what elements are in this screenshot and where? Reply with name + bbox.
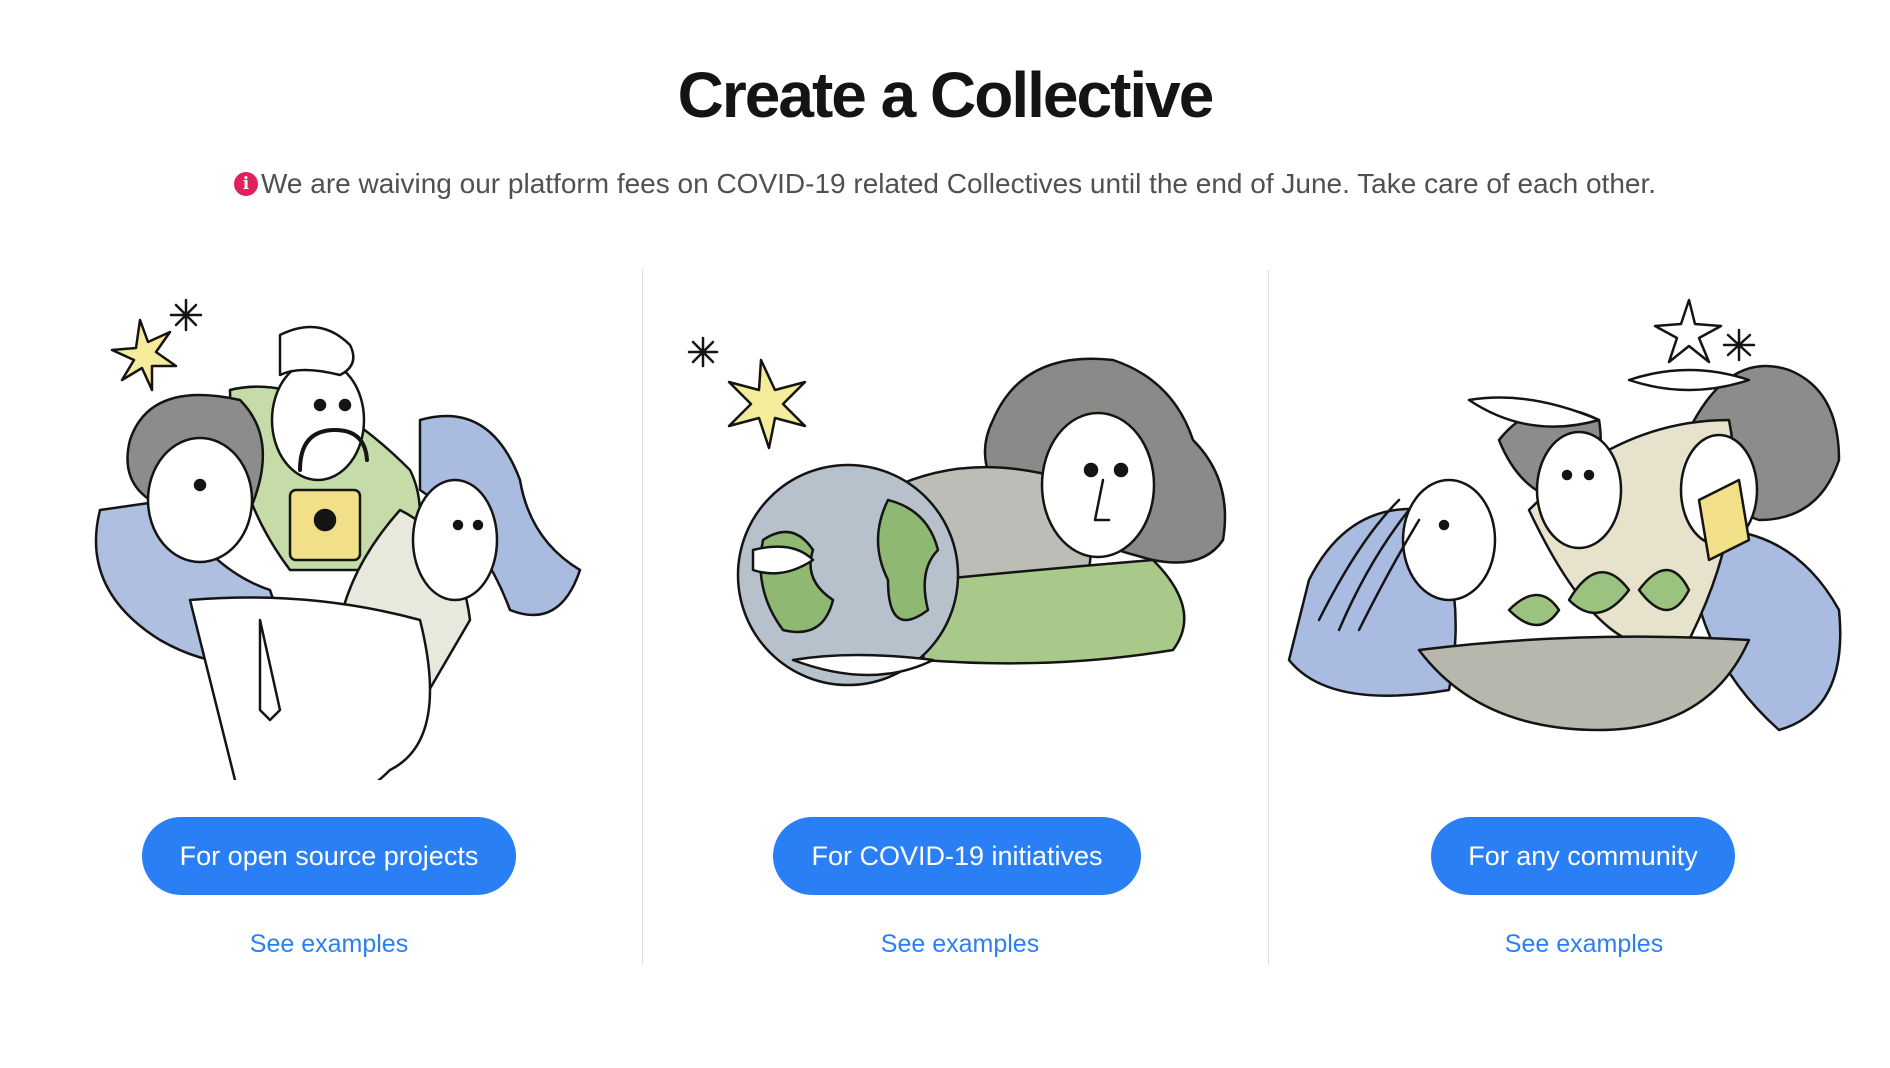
- any-community-button[interactable]: For any community: [1431, 817, 1735, 895]
- open-source-see-examples-link[interactable]: See examples: [0, 930, 659, 959]
- option-open-source: For open source projects See examples: [0, 270, 642, 970]
- option-community: For any community See examples: [1269, 270, 1890, 970]
- covid-notice: i We are waiving our platform fees on CO…: [0, 168, 1890, 200]
- people-with-plant-bowl-illustration: [1269, 280, 1890, 780]
- notice-text: We are waiving our platform fees on COVI…: [260, 168, 1657, 199]
- people-with-padlock-illustration: [0, 280, 642, 812]
- woman-hugging-globe-illustration: [643, 280, 1268, 780]
- info-icon: i: [233, 172, 258, 196]
- page-title: Create a Collective: [677, 59, 1215, 131]
- covid-initiatives-button[interactable]: For COVID-19 initiatives: [773, 817, 1141, 895]
- open-source-button[interactable]: For open source projects: [142, 817, 516, 895]
- community-see-examples-link[interactable]: See examples: [1254, 930, 1890, 959]
- option-covid: For COVID-19 initiatives See examples: [643, 270, 1268, 970]
- covid-see-examples-link[interactable]: See examples: [630, 930, 1290, 959]
